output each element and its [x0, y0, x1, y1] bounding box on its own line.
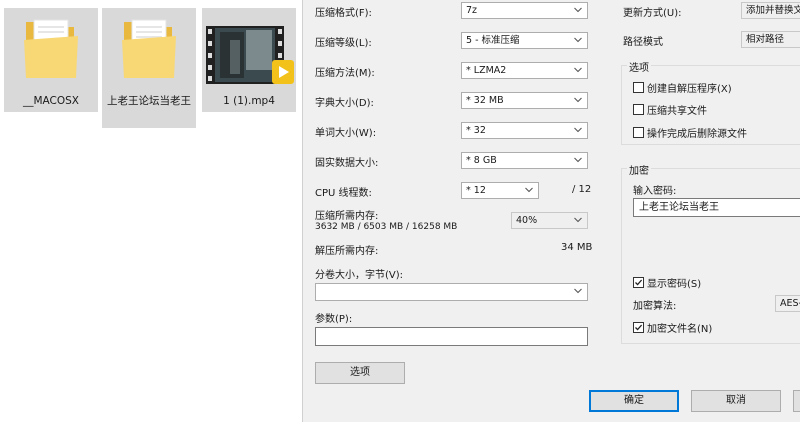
checkbox-box[interactable] — [633, 276, 644, 288]
format-label: 压缩格式(F): — [315, 8, 372, 19]
file-explorer-pane: __MACOSX 上老王论坛当老王 1 (1).mp4 — [0, 0, 300, 422]
update-mode-label: 更新方式(U): — [623, 8, 682, 19]
chevron-down-icon — [573, 213, 583, 228]
encrypt-names-label: 加密文件名(N) — [647, 323, 713, 335]
ok-button[interactable]: 确定 — [589, 390, 679, 412]
cancel-button[interactable]: 取消 — [691, 390, 781, 412]
cpu-threads-label: CPU 线程数: — [315, 188, 372, 199]
delete-source-label: 操作完成后删除源文件 — [647, 128, 747, 140]
level-label: 压缩等级(L): — [315, 38, 372, 49]
encryption-method-label: 加密算法: — [633, 301, 677, 312]
sfx-checkbox[interactable]: 创建自解压程序(X) — [633, 80, 732, 95]
options-button[interactable]: 选项 — [315, 362, 405, 384]
checkbox-box[interactable] — [633, 321, 644, 333]
password-label: 输入密码: — [633, 186, 677, 197]
memory-percent-value: 40% — [516, 215, 538, 226]
compress-memory-value: 3632 MB / 6503 MB / 16258 MB — [315, 222, 458, 232]
help-button[interactable] — [793, 390, 800, 412]
chevron-down-icon — [573, 123, 583, 138]
decompress-memory-label: 解压所需内存: — [315, 246, 379, 257]
solid-block-value: * 8 GB — [466, 155, 497, 166]
volume-size-label: 分卷大小，字节(V): — [315, 270, 404, 281]
dictionary-select[interactable]: * 32 MB — [461, 92, 588, 109]
checkbox-box[interactable] — [633, 103, 644, 115]
method-value: * LZMA2 — [466, 65, 507, 76]
volume-size-combo[interactable] — [315, 283, 588, 301]
format-value: 7z — [466, 5, 478, 16]
checkmark-icon — [635, 324, 643, 331]
parameters-label: 参数(P): — [315, 314, 353, 325]
path-mode-value: 相对路径 — [746, 34, 785, 45]
add-to-archive-dialog: 压缩格式(F): 7z 压缩等级(L): 5 - 标准压缩 压缩方法(M): *… — [302, 0, 800, 422]
memory-percent-select[interactable]: 40% — [511, 212, 588, 229]
dictionary-value: * 32 MB — [466, 95, 504, 106]
file-item-video[interactable]: 1 (1).mp4 — [202, 8, 296, 112]
word-size-label: 单词大小(W): — [315, 128, 377, 139]
cpu-threads-select[interactable]: * 12 — [461, 182, 539, 199]
word-size-select[interactable]: * 32 — [461, 122, 588, 139]
file-item-macosx[interactable]: __MACOSX — [4, 8, 98, 112]
chevron-down-icon — [573, 33, 583, 48]
level-value: 5 - 标准压缩 — [466, 35, 520, 46]
password-input[interactable]: 上老王论坛当老王 — [633, 198, 800, 217]
encryption-method-value: AES-256 — [780, 298, 800, 309]
solid-block-select[interactable]: * 8 GB — [461, 152, 588, 169]
method-label: 压缩方法(M): — [315, 68, 375, 79]
chevron-down-icon — [524, 183, 534, 198]
path-mode-select[interactable]: 相对路径 — [741, 31, 800, 48]
checkbox-box[interactable] — [633, 81, 644, 93]
chevron-down-icon — [573, 153, 583, 168]
encryption-group-title: 加密 — [627, 162, 651, 177]
cpu-threads-total: / 12 — [572, 184, 592, 195]
folder-icon — [24, 19, 78, 78]
solid-block-label: 固实数据大小: — [315, 158, 379, 169]
file-item-folder[interactable]: 上老王论坛当老王 — [102, 8, 196, 128]
compress-memory-label: 压缩所需内存: — [315, 211, 379, 222]
parameters-input[interactable] — [315, 327, 588, 346]
encrypt-names-checkbox[interactable]: 加密文件名(N) — [633, 320, 713, 335]
shared-files-label: 压缩共享文件 — [647, 105, 707, 117]
chevron-down-icon — [573, 93, 583, 108]
checkmark-icon — [635, 279, 643, 286]
format-select[interactable]: 7z — [461, 2, 588, 19]
show-password-label: 显示密码(S) — [647, 278, 702, 290]
delete-source-checkbox[interactable]: 操作完成后删除源文件 — [633, 125, 747, 140]
shared-files-checkbox[interactable]: 压缩共享文件 — [633, 102, 707, 117]
path-mode-label: 路径模式 — [623, 37, 663, 48]
method-select[interactable]: * LZMA2 — [461, 62, 588, 79]
update-mode-select[interactable]: 添加并替换文件 — [741, 2, 800, 19]
dictionary-label: 字典大小(D): — [315, 98, 374, 109]
file-name: 上老王论坛当老王 — [107, 95, 191, 107]
update-mode-value: 添加并替换文件 — [746, 5, 800, 16]
file-name: 1 (1).mp4 — [223, 95, 275, 107]
checkbox-box[interactable] — [633, 126, 644, 138]
chevron-down-icon — [573, 63, 583, 78]
show-password-checkbox[interactable]: 显示密码(S) — [633, 275, 702, 290]
options-group-title: 选项 — [627, 59, 651, 74]
file-name: __MACOSX — [22, 95, 79, 107]
word-size-value: * 32 — [466, 125, 486, 136]
sfx-label: 创建自解压程序(X) — [647, 83, 732, 95]
video-thumbnail-icon — [206, 26, 294, 84]
chevron-down-icon — [573, 284, 583, 299]
decompress-memory-value: 34 MB — [561, 242, 593, 253]
folder-icon — [122, 19, 176, 78]
cpu-threads-value: * 12 — [466, 185, 486, 196]
level-select[interactable]: 5 - 标准压缩 — [461, 32, 588, 49]
encryption-method-select[interactable]: AES-256 — [775, 295, 800, 312]
chevron-down-icon — [573, 3, 583, 18]
